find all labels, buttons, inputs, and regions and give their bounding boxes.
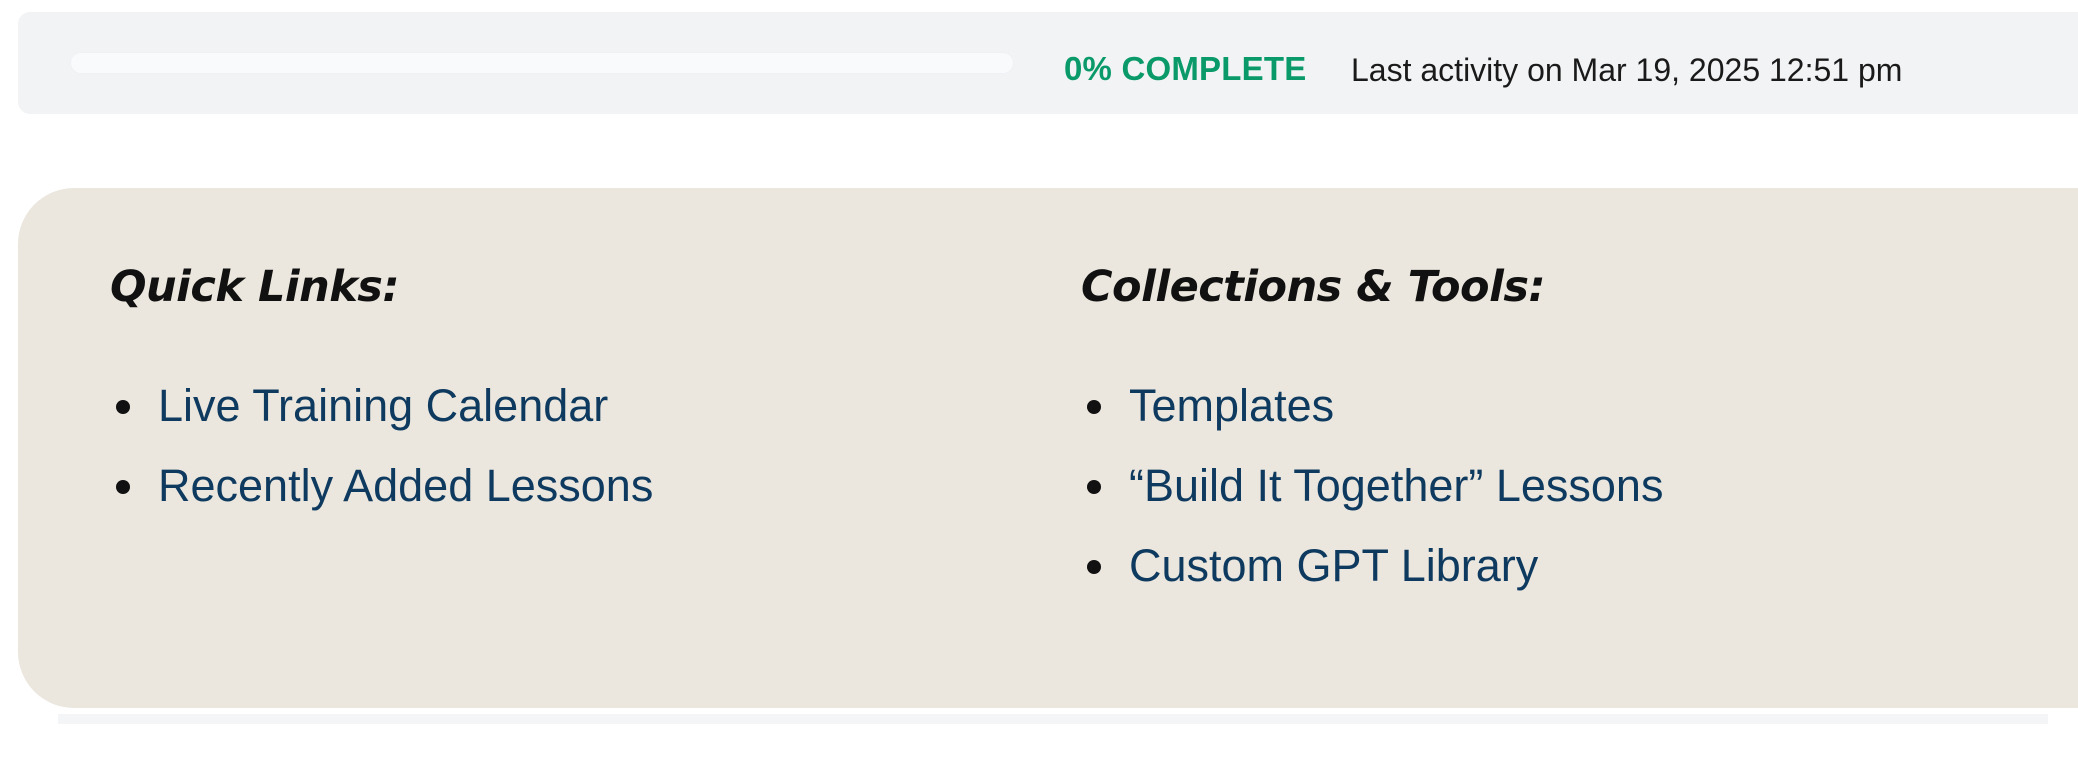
templates-link[interactable]: Templates (1129, 383, 1334, 428)
progress-track (70, 52, 1014, 74)
quick-link-item-recently-added-lessons: Recently Added Lessons (110, 463, 653, 543)
quick-links-list: Live Training Calendar Recently Added Le… (110, 383, 653, 543)
quick-links-section: Quick Links: Live Training Calendar Rece… (110, 266, 653, 543)
recently-added-lessons-link[interactable]: Recently Added Lessons (158, 463, 653, 508)
links-card: Quick Links: Live Training Calendar Rece… (18, 188, 2078, 708)
collections-item-templates: Templates (1081, 383, 1663, 463)
collections-tools-section: Collections & Tools: Templates “Build It… (1081, 266, 1663, 623)
progress-percent-label: 0% COMPLETE (1064, 50, 1307, 87)
bullet-icon (1087, 480, 1101, 494)
bullet-icon (116, 480, 130, 494)
collections-item-custom-gpt-library: Custom GPT Library (1081, 543, 1663, 623)
quick-link-item-live-training-calendar: Live Training Calendar (110, 383, 653, 463)
collections-tools-heading: Collections & Tools: (1081, 262, 1546, 312)
quick-links-heading: Quick Links: (110, 262, 400, 312)
bullet-icon (1087, 560, 1101, 574)
bullet-icon (1087, 400, 1101, 414)
collections-tools-list: Templates “Build It Together” Lessons Cu… (1081, 383, 1663, 623)
custom-gpt-library-link[interactable]: Custom GPT Library (1129, 543, 1538, 588)
collections-item-build-it-together: “Build It Together” Lessons (1081, 463, 1663, 543)
build-it-together-lessons-link[interactable]: “Build It Together” Lessons (1129, 463, 1663, 508)
last-activity-text: Last activity on Mar 19, 2025 12:51 pm (1351, 52, 1903, 88)
course-progress-bar: 0% COMPLETE Last activity on Mar 19, 202… (18, 12, 2078, 114)
bullet-icon (116, 400, 130, 414)
card-bottom-shadow (58, 714, 2048, 724)
live-training-calendar-link[interactable]: Live Training Calendar (158, 383, 608, 428)
